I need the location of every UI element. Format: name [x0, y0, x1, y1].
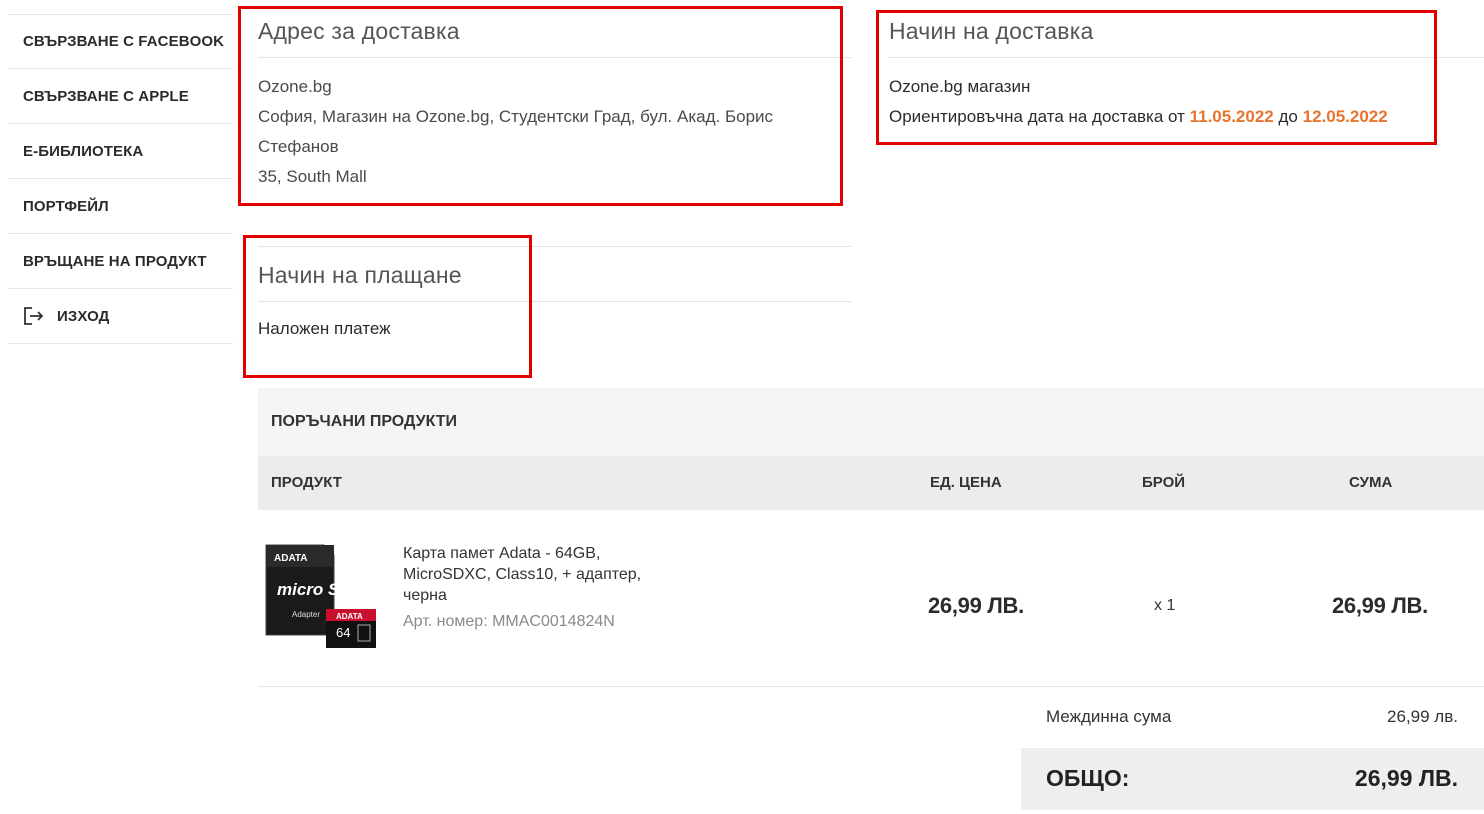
product-sku: Арт. номер: MMAC0014824N: [403, 613, 615, 630]
quantity: x 1: [1154, 597, 1176, 614]
card-capacity: 64: [336, 625, 350, 640]
sidebar-item-apple[interactable]: СВЪРЗВАНЕ С APPLE: [8, 69, 233, 124]
highlight-box-address: [238, 6, 843, 206]
total-label: ОБЩО:: [1046, 765, 1130, 791]
adapter-brand: ADATA: [274, 553, 308, 564]
section-title: ПОРЪЧАНИ ПРОДУКТИ: [271, 413, 458, 430]
sidebar-item-label: ВРЪЩАНЕ НА ПРОДУКТ: [23, 252, 207, 270]
account-sidebar: СВЪРЗВАНЕ С FACEBOOK СВЪРЗВАНЕ С APPLE Е…: [8, 14, 233, 344]
sidebar-item-label: ПОРТФЕЙЛ: [23, 197, 109, 215]
highlight-box-payment: [243, 235, 532, 378]
sidebar-item-ebooks[interactable]: Е-БИБЛИОТЕКА: [8, 124, 233, 179]
products-table-header: ПРОДУКТ ЕД. ЦЕНА БРОЙ СУМА: [258, 456, 1484, 510]
sidebar-item-label: ИЗХОД: [57, 307, 110, 325]
sidebar-item-wallet[interactable]: ПОРТФЕЙЛ: [8, 179, 233, 234]
highlight-box-delivery: [876, 10, 1437, 145]
logout-icon: [23, 306, 45, 326]
sidebar-item-label: СВЪРЗВАНЕ С APPLE: [23, 87, 189, 105]
card-label: micro SD: [277, 580, 352, 599]
row-sum: 26,99 ЛВ.: [1332, 593, 1428, 618]
column-sum: СУМА: [1349, 474, 1393, 491]
product-image[interactable]: ADATA micro SD Adapter ADATA 64: [262, 543, 380, 649]
unit-price: 26,99 ЛВ.: [928, 593, 1024, 618]
product-name[interactable]: Карта памет Adata - 64GB, MicroSDXC, Cla…: [403, 543, 663, 606]
column-product: ПРОДУКТ: [271, 474, 342, 491]
sidebar-item-label: СВЪРЗВАНЕ С FACEBOOK: [23, 33, 225, 50]
sidebar-item-returns[interactable]: ВРЪЩАНЕ НА ПРОДУКТ: [8, 234, 233, 289]
card-brand: ADATA: [336, 612, 363, 621]
total-box: ОБЩО: 26,99 ЛВ.: [1021, 748, 1484, 810]
divider: [258, 686, 1484, 687]
column-unit-price: ЕД. ЦЕНА: [930, 474, 1002, 491]
subtotal-value: 26,99 лв.: [1387, 707, 1458, 726]
sidebar-item-label: Е-БИБЛИОТЕКА: [23, 142, 144, 160]
adapter-label: Adapter: [292, 610, 320, 619]
sidebar-item-facebook[interactable]: СВЪРЗВАНЕ С FACEBOOK: [8, 14, 233, 69]
ordered-products-header: ПОРЪЧАНИ ПРОДУКТИ: [258, 388, 1484, 456]
column-qty: БРОЙ: [1142, 474, 1186, 491]
subtotal-label: Междинна сума: [1046, 707, 1172, 726]
sidebar-item-logout[interactable]: ИЗХОД: [8, 289, 233, 344]
total-value: 26,99 ЛВ.: [1354, 765, 1458, 791]
